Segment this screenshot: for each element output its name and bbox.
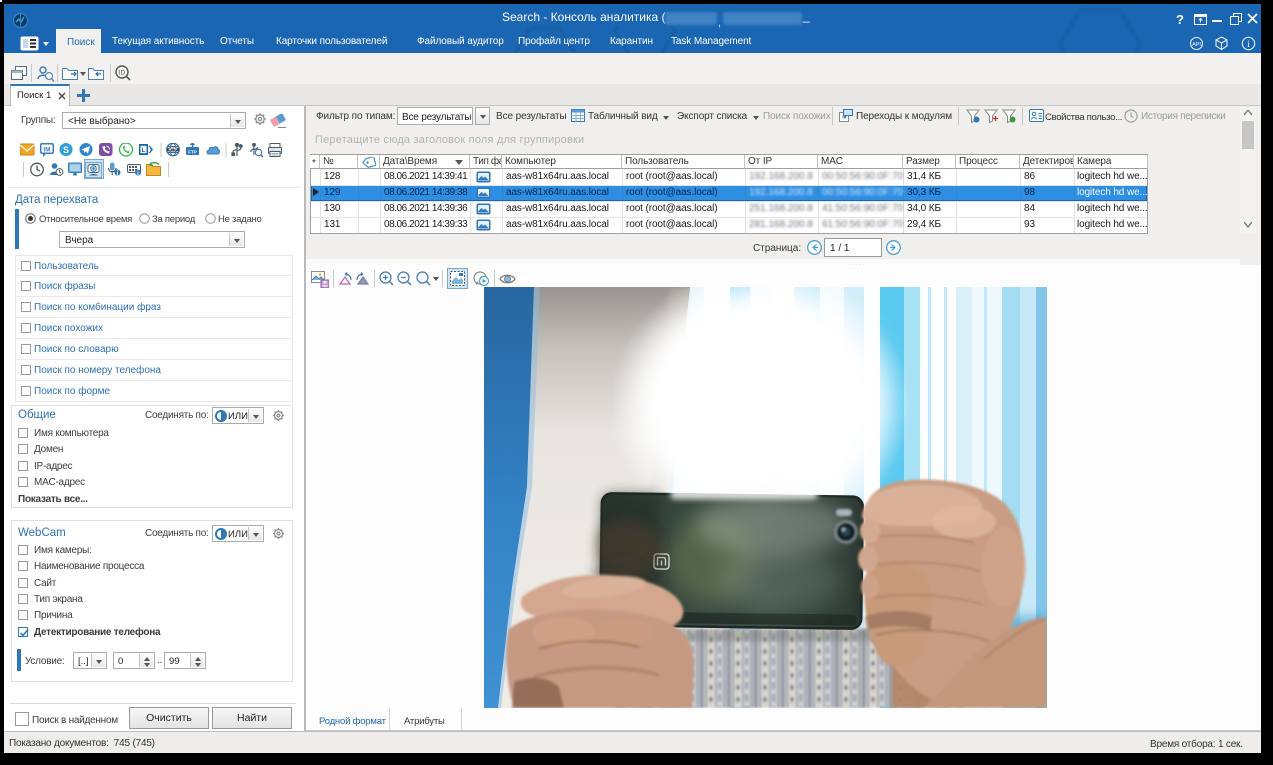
svg-text:API: API <box>1192 42 1201 48</box>
svg-text:IM: IM <box>43 147 50 154</box>
svg-text:S: S <box>63 145 69 155</box>
svg-text:L: L <box>142 148 146 154</box>
svg-text:ID: ID <box>119 70 126 77</box>
svg-text:i: i <box>1247 39 1250 49</box>
svg-text:FTP: FTP <box>188 150 197 155</box>
svg-text:HTTP: HTTP <box>169 148 179 152</box>
